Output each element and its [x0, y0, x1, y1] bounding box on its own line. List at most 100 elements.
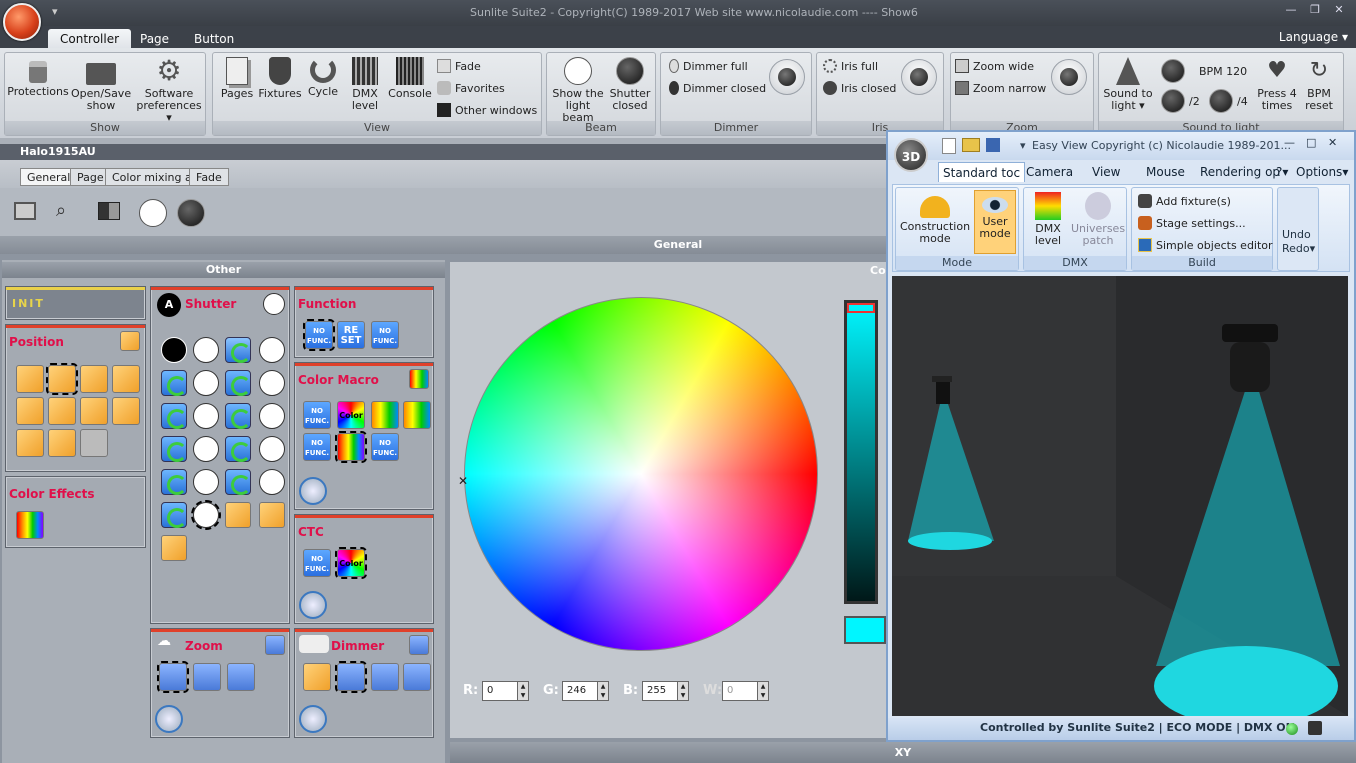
open-beam-button[interactable] [139, 199, 167, 227]
shutter-cycle-8-icon[interactable] [225, 469, 251, 495]
dimmer-knob[interactable] [769, 59, 805, 95]
app-menu-button[interactable] [3, 3, 41, 41]
bpm-div4-button[interactable] [1209, 89, 1233, 113]
r-spinner[interactable]: ▲ ▼ [517, 681, 529, 701]
shutter-cycle-9-icon[interactable] [161, 502, 187, 528]
color-macro-effect-icon[interactable] [409, 369, 429, 389]
quick-access-icon[interactable]: ▾ [1020, 139, 1026, 152]
wheel-cursor-icon[interactable]: ✕ [458, 474, 468, 488]
iris-closed-button[interactable]: Iris closed [823, 81, 896, 95]
shutter-cycle-6-icon[interactable] [225, 436, 251, 462]
ctc-nofunc-icon[interactable]: NO FUNC. [303, 549, 331, 577]
shutter-ramp-3-icon[interactable] [161, 535, 187, 561]
ctc-knob[interactable] [299, 591, 327, 619]
maximize-icon[interactable]: ❐ [1304, 3, 1326, 16]
ctc-color-icon[interactable]: Color [335, 547, 367, 579]
ev-tab-view[interactable]: View [1088, 162, 1124, 182]
doc-tab-general[interactable]: General [20, 168, 78, 186]
press-4-times-button[interactable]: ♥ Press 4 times [1257, 57, 1297, 112]
protections-button[interactable]: Protections [7, 57, 69, 98]
shutter-closed-icon[interactable] [161, 337, 187, 363]
fade-button[interactable]: Fade [437, 59, 481, 73]
open-save-show-button[interactable]: Open/Save show [71, 57, 131, 112]
position-double-horizontal-icon[interactable] [112, 397, 140, 425]
position-wave-icon[interactable] [16, 397, 44, 425]
pages-button[interactable]: Pages [217, 57, 257, 100]
ev-dmx-level-button[interactable]: DMX level [1028, 192, 1068, 247]
software-preferences-button[interactable]: ⚙ Software preferences ▾ [133, 57, 205, 124]
position-center-icon[interactable] [46, 363, 78, 395]
stage-settings-button[interactable]: Stage settings... [1138, 216, 1246, 230]
shutter-cycle-3-icon[interactable] [161, 403, 187, 429]
color-macro-nofunc-3-icon[interactable]: NO FUNC. [371, 433, 399, 461]
position-sound-icon[interactable] [80, 429, 108, 457]
shutter-dot-7-icon[interactable] [193, 469, 219, 495]
brightness-slider-handle[interactable] [847, 303, 875, 313]
quick-access-dropdown-icon[interactable]: ▾ [52, 5, 58, 18]
zoom-knob-panel[interactable] [155, 705, 183, 733]
construction-mode-button[interactable]: Construction mode [900, 192, 970, 245]
new-file-icon[interactable] [942, 138, 956, 154]
tab-button[interactable]: Button [182, 29, 246, 49]
shutter-open-3-icon[interactable] [259, 337, 285, 363]
console-button[interactable]: Console [387, 57, 433, 100]
close-beam-button[interactable] [177, 199, 205, 227]
tab-page[interactable]: Page [128, 29, 181, 49]
open-folder-icon[interactable] [962, 138, 980, 152]
color-rainbow-icon[interactable] [16, 511, 44, 539]
color-macro-rainbow-2-icon[interactable] [403, 401, 431, 429]
shutter-dot-2-icon[interactable] [259, 370, 285, 396]
b-input[interactable]: 255 [642, 681, 682, 701]
dimmer-preset-2-icon[interactable] [371, 663, 399, 691]
dimmer-effect-icon[interactable] [409, 635, 429, 655]
add-fixture-button[interactable]: Add fixture(s) [1138, 194, 1231, 208]
doc-tab-fade[interactable]: Fade [189, 168, 229, 186]
color-macro-wheel-icon[interactable]: Color [337, 401, 365, 429]
shutter-cycle-5-icon[interactable] [161, 436, 187, 462]
shutter-dot-5-icon[interactable] [193, 436, 219, 462]
position-vertical-icon[interactable] [16, 429, 44, 457]
zoom-effect-icon[interactable] [265, 635, 285, 655]
position-double-vertical-icon[interactable] [48, 429, 76, 457]
w-spinner[interactable]: ▲ ▼ [757, 681, 769, 701]
bpm-reset-button[interactable]: ↻ BPM reset [1299, 57, 1339, 112]
shutter-open-icon[interactable] [263, 293, 285, 315]
simple-objects-editor-button[interactable]: Simple objects editor [1138, 238, 1273, 252]
position-effect-icon[interactable] [120, 331, 140, 351]
ev-tab-rendering[interactable]: Rendering op [1196, 162, 1284, 182]
color-wheel[interactable] [464, 297, 818, 651]
color-macro-nofunc-1-icon[interactable]: NO FUNC. [303, 401, 331, 429]
brightness-slider[interactable] [844, 300, 878, 604]
layout-icon[interactable] [98, 202, 120, 220]
color-macro-knob[interactable] [299, 477, 327, 505]
iris-knob[interactable] [901, 59, 937, 95]
dimmer-knob-panel[interactable] [299, 705, 327, 733]
sound-to-light-button[interactable]: Sound to light ▾ [1101, 57, 1155, 112]
function-reset-icon[interactable]: RE SET [337, 321, 365, 349]
undo-button[interactable]: Undo [1282, 228, 1311, 241]
dimmer-full-button[interactable]: Dimmer full [669, 59, 748, 73]
shutter-dot-selected-icon[interactable] [191, 500, 221, 530]
shutter-open-2-icon[interactable] [193, 337, 219, 363]
g-spinner[interactable]: ▲ ▼ [597, 681, 609, 701]
ev-tab-camera[interactable]: Camera [1022, 162, 1077, 182]
ev-options-menu[interactable]: Options▾ [1292, 162, 1352, 182]
zoom-preset-3-icon[interactable] [227, 663, 255, 691]
color-macro-nofunc-2-icon[interactable]: NO FUNC. [303, 433, 331, 461]
init-panel[interactable]: INIT [5, 286, 146, 320]
language-menu[interactable]: Language ▾ [1279, 30, 1348, 44]
easy-view-3d-button[interactable]: 3D [894, 138, 928, 172]
shutter-cycle-7-icon[interactable] [161, 469, 187, 495]
search-icon[interactable]: ⌕ [56, 200, 66, 221]
dimmer-preset-1-icon[interactable] [335, 661, 367, 693]
close-icon[interactable]: ✕ [1328, 3, 1350, 16]
shutter-dot-3-icon[interactable] [193, 403, 219, 429]
bpm-button[interactable] [1161, 59, 1185, 83]
shutter-ramp-1-icon[interactable] [225, 502, 251, 528]
shutter-strobe-icon[interactable] [225, 337, 251, 363]
color-macro-rainbow-1-icon[interactable] [371, 401, 399, 429]
shutter-cycle-2-icon[interactable] [225, 370, 251, 396]
show-light-beam-button[interactable]: Show the light beam [551, 57, 605, 124]
color-macro-selected-icon[interactable] [335, 431, 367, 463]
position-loops-icon[interactable] [80, 365, 108, 393]
